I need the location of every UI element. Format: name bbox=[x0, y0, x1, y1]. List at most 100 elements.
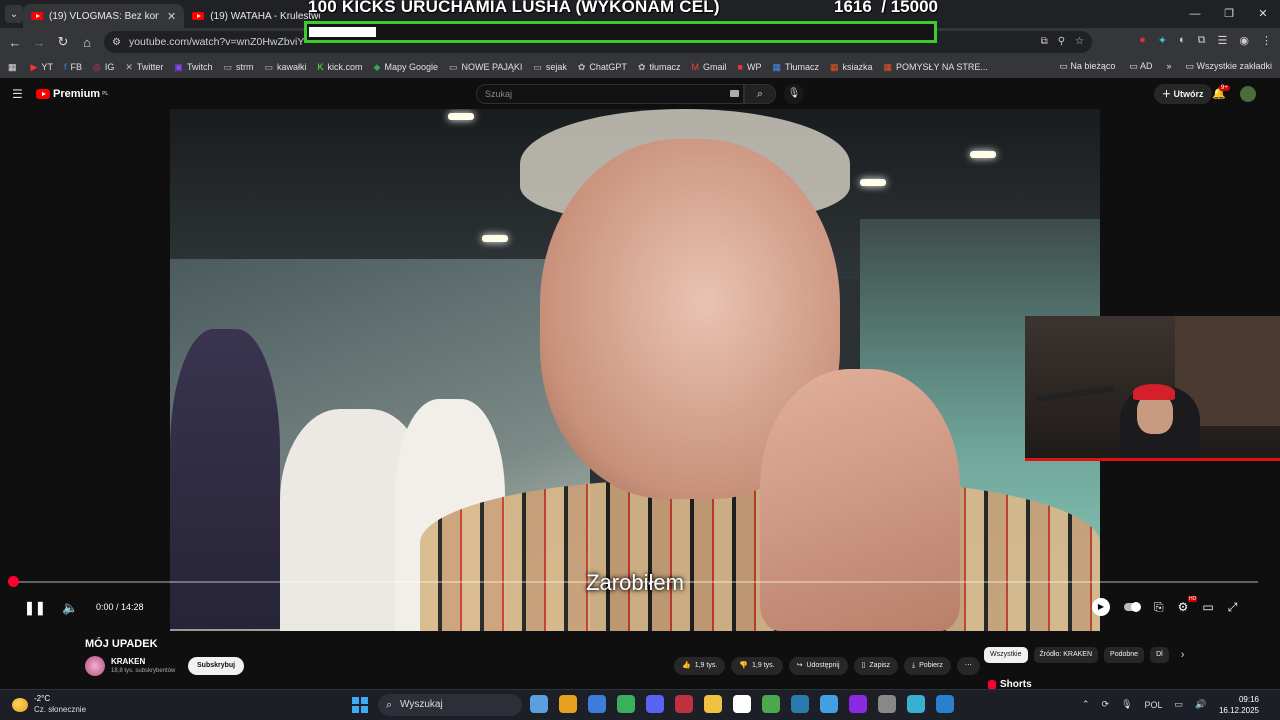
bookmark-strm[interactable]: ▭ strm bbox=[223, 62, 253, 73]
subtitles-icon[interactable]: ⎘ bbox=[1154, 600, 1164, 615]
bookmark-star-icon[interactable]: ☆ bbox=[1075, 36, 1084, 47]
chip-more[interactable]: Dl bbox=[1150, 647, 1169, 663]
zoom-icon[interactable]: ⚲ bbox=[1058, 36, 1065, 47]
bookmark-chatgpt[interactable]: ✿ ChatGPT bbox=[578, 62, 627, 73]
bookmark-ksiazka[interactable]: ▦ ksiazka bbox=[830, 62, 873, 73]
taskbar-search[interactable]: Wyszukaj bbox=[378, 694, 522, 716]
bookmark-wp[interactable]: ■ WP bbox=[738, 62, 762, 72]
close-tab-icon[interactable]: ✕ bbox=[167, 10, 176, 23]
channel-avatar[interactable] bbox=[85, 656, 105, 676]
site-info-icon[interactable]: ⚙ bbox=[112, 37, 121, 48]
bookmark-nowe-pajaki[interactable]: ▭ NOWE PAJĄKI bbox=[449, 62, 522, 73]
bookmark-ad[interactable]: ▭ AD bbox=[1129, 61, 1152, 72]
home-icon[interactable]: ⌂ bbox=[75, 35, 99, 50]
bookmark-sejak[interactable]: ▭ sejak bbox=[533, 62, 567, 73]
weather-icon[interactable] bbox=[12, 698, 28, 712]
taskbar-app-icon[interactable] bbox=[936, 695, 954, 713]
autoplay-play-icon[interactable]: ▶ bbox=[1092, 598, 1110, 616]
channel-name[interactable]: KRAKEN bbox=[111, 657, 145, 666]
bookmark-tlumacz[interactable]: ✿ tłumacz bbox=[638, 62, 681, 73]
browser-menu-icon[interactable]: ⋮ bbox=[1261, 34, 1272, 47]
guide-menu-icon[interactable]: ☰ bbox=[12, 87, 23, 101]
account-avatar[interactable] bbox=[1240, 86, 1256, 102]
close-window-icon[interactable]: ✕ bbox=[1246, 0, 1280, 28]
taskbar-app-icon[interactable] bbox=[704, 695, 722, 713]
volume-icon[interactable]: 🔈 bbox=[62, 600, 78, 616]
progress-scrubber[interactable] bbox=[8, 576, 19, 587]
forward-icon[interactable]: → bbox=[27, 35, 51, 50]
back-icon[interactable]: ← bbox=[3, 35, 27, 50]
bookmark-kawalki[interactable]: ▭ kawałki bbox=[264, 62, 306, 73]
bookmark-kick[interactable]: Kkick.com bbox=[318, 62, 363, 72]
autoplay-toggle[interactable] bbox=[1124, 602, 1141, 612]
chip-similar[interactable]: Podobne bbox=[1104, 647, 1145, 663]
bookmark-yt[interactable]: ▶ YT bbox=[31, 62, 53, 73]
network-icon[interactable]: ▭ bbox=[1175, 699, 1184, 710]
subscribe-button[interactable]: Subskrybuj bbox=[188, 657, 245, 675]
sync-icon[interactable]: ⟳ bbox=[1102, 699, 1110, 710]
profile-icon[interactable]: ◉ bbox=[1239, 34, 1249, 47]
search-input[interactable]: Szukaj bbox=[476, 84, 744, 104]
taskbar-app-icon[interactable] bbox=[849, 695, 867, 713]
taskbar-app-icon[interactable] bbox=[733, 695, 751, 713]
fullscreen-icon[interactable]: ⤢ bbox=[1228, 600, 1238, 615]
taskbar-app-icon[interactable] bbox=[878, 695, 896, 713]
windows-start-icon[interactable] bbox=[352, 697, 368, 713]
bookmark-maps[interactable]: ◆ Mapy Google bbox=[374, 62, 438, 73]
taskbar-app-icon[interactable] bbox=[791, 695, 809, 713]
reading-list-icon[interactable]: ☰ bbox=[1218, 34, 1228, 47]
taskbar-app-icon[interactable] bbox=[559, 695, 577, 713]
record-extension-icon[interactable]: ● bbox=[1139, 34, 1146, 47]
bookmark-twitch[interactable]: ▣ Twitch bbox=[174, 62, 212, 73]
miniplayer-icon[interactable]: ▭ bbox=[1202, 600, 1213, 614]
like-button[interactable]: 👍 1,9 tys. bbox=[674, 657, 726, 675]
taskbar-app-icon[interactable] bbox=[820, 695, 838, 713]
keyboard-icon[interactable] bbox=[730, 90, 739, 97]
taskbar-clock[interactable]: 09:16 16.12.2025 bbox=[1213, 694, 1259, 716]
language-indicator[interactable]: POL bbox=[1145, 700, 1163, 710]
video-player[interactable]: Zarobiłem bbox=[170, 109, 1100, 631]
all-bookmarks[interactable]: ▭ Wszystkie zakładki bbox=[1185, 61, 1272, 72]
dislike-button[interactable]: 👎 1,9 tys. bbox=[731, 657, 783, 675]
taskbar-app-icon[interactable] bbox=[530, 695, 548, 713]
more-actions-button[interactable]: ⋯ bbox=[956, 657, 980, 675]
extension-icon[interactable]: ✦ bbox=[1158, 34, 1167, 47]
voice-search-button[interactable]: 🎙 bbox=[784, 84, 804, 104]
tab-vlogmas[interactable]: (19) VLOGMAS: Bez kontrowers ✕ bbox=[23, 4, 185, 28]
bookmarks-overflow-icon[interactable]: » bbox=[1166, 61, 1171, 72]
bookmark-ig[interactable]: ◎ IG bbox=[93, 62, 114, 73]
bookmark-fb[interactable]: f FB bbox=[64, 62, 82, 72]
tray-overflow-icon[interactable]: ⌃ bbox=[1082, 699, 1090, 710]
reload-icon[interactable]: ↻ bbox=[51, 34, 75, 50]
tab-search-icon[interactable]: ⌄ bbox=[5, 5, 23, 23]
install-icon[interactable]: ⧉ bbox=[1041, 36, 1048, 47]
apps-grid-icon[interactable]: ▦ bbox=[8, 62, 17, 73]
chip-source[interactable]: Źródło: KRAKEN bbox=[1033, 647, 1099, 663]
share-button[interactable]: ↪ Udostępnij bbox=[788, 657, 848, 675]
minimize-icon[interactable]: — bbox=[1178, 0, 1212, 28]
pause-icon[interactable]: ❚❚ bbox=[24, 600, 46, 616]
taskbar-app-icon[interactable] bbox=[907, 695, 925, 713]
bookmark-twitter[interactable]: ✕ Twitter bbox=[125, 62, 163, 73]
taskbar-app-icon[interactable] bbox=[646, 695, 664, 713]
extensions-puzzle-icon[interactable]: ⧉ bbox=[1198, 34, 1206, 47]
create-button[interactable]: ＋ Utwórz bbox=[1154, 84, 1212, 104]
chip-all[interactable]: Wszystkie bbox=[984, 647, 1028, 663]
youtube-logo[interactable]: Premium PL bbox=[36, 88, 108, 100]
taskbar-app-icon[interactable] bbox=[588, 695, 606, 713]
settings-gear-icon[interactable]: ⚙ bbox=[1178, 600, 1189, 614]
bookmark-na-biezaco[interactable]: ▭ Na bieżąco bbox=[1059, 61, 1115, 72]
video-progress-bar[interactable] bbox=[13, 581, 1258, 583]
bookmark-gmail[interactable]: M Gmail bbox=[692, 62, 727, 72]
download-button[interactable]: ⤓ Pobierz bbox=[904, 657, 951, 675]
search-button[interactable]: ⌕ bbox=[744, 84, 776, 104]
bookmark-pomysly[interactable]: ▦ POMYSŁY NA STRE... bbox=[884, 62, 988, 73]
maximize-icon[interactable]: ❐ bbox=[1212, 0, 1246, 28]
taskbar-app-icon[interactable] bbox=[762, 695, 780, 713]
taskbar-app-icon[interactable] bbox=[617, 695, 635, 713]
volume-icon[interactable]: 🔊 bbox=[1195, 699, 1206, 710]
chevron-right-icon[interactable]: › bbox=[1181, 649, 1185, 661]
bookmark-tlumacz-2[interactable]: ▦ Tłumacz bbox=[772, 62, 819, 73]
save-button[interactable]: ▯ Zapisz bbox=[853, 657, 899, 675]
extension-icon[interactable]: ◐ bbox=[1179, 34, 1186, 47]
